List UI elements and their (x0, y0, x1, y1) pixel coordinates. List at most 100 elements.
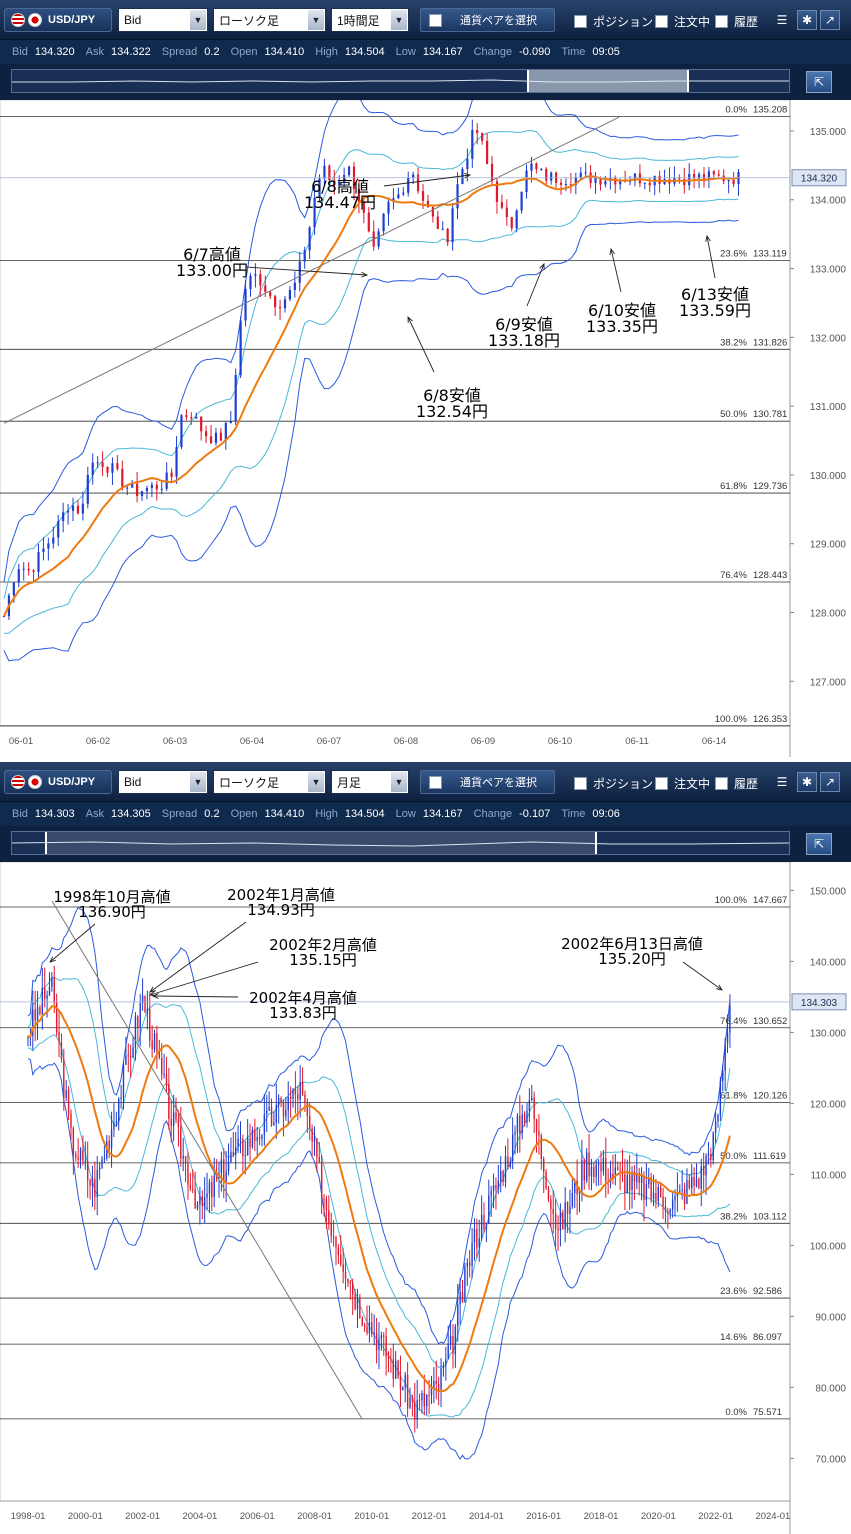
candle-body (106, 466, 109, 473)
candle-body (722, 1071, 724, 1081)
fib-value: 75.571 (753, 1407, 782, 1418)
low-value: 134.167 (422, 46, 463, 58)
toggle-position[interactable]: ポジション (574, 12, 653, 30)
checkbox[interactable] (655, 14, 668, 28)
candle-body (316, 1138, 318, 1158)
candle-body (337, 1247, 340, 1256)
fib-value: 111.619 (753, 1151, 786, 1162)
x-tick-label: 06-07 (317, 736, 341, 747)
candle-body (383, 1335, 385, 1337)
x-tick-label: 06-08 (394, 736, 418, 747)
checkbox[interactable] (574, 14, 587, 28)
candle-body (230, 1152, 232, 1163)
chart-type-select[interactable]: ローソク足 ▼ (213, 8, 326, 32)
candle-body (39, 1007, 41, 1015)
popout-arrow-icon[interactable]: ↗ (820, 10, 840, 30)
checkbox[interactable] (715, 14, 728, 28)
y-tick-label: 133.000 (810, 265, 847, 276)
price-type-select[interactable]: Bid ▼ (118, 770, 208, 794)
candle-body (471, 1242, 473, 1266)
candle-body (717, 174, 720, 176)
x-tick-label: 2018-01 (584, 1511, 619, 1522)
candle-body (264, 285, 267, 292)
candle-body (473, 1228, 476, 1243)
candle-body (58, 1031, 60, 1043)
plot-area (0, 862, 791, 1502)
candle-body (125, 1055, 127, 1065)
pair-button[interactable]: USD/JPY (4, 8, 112, 32)
candle-body (688, 1179, 691, 1189)
interval-select[interactable]: 1時間足 ▼ (331, 8, 409, 32)
interval-select[interactable]: 月足 ▼ (331, 770, 409, 794)
menu-icon[interactable]: ☰ (774, 772, 790, 792)
candle-body (47, 543, 50, 549)
checkbox[interactable] (655, 776, 668, 790)
gear-icon[interactable]: ✱ (797, 10, 817, 30)
change-value: -0.090 (519, 46, 551, 58)
navigator-window-handle[interactable] (45, 832, 597, 854)
quote-bar: Bid 134.303 Ask 134.305 Spread 0.2 Open 134.… (0, 802, 851, 826)
candle-body (478, 1238, 480, 1248)
candle-body (62, 512, 65, 521)
candle-body (203, 1197, 206, 1206)
menu-icon[interactable]: ☰ (774, 10, 790, 30)
candle-body (137, 1016, 139, 1028)
candle-body (695, 1179, 698, 1186)
select-pair-button[interactable]: 通貨ペアを選択 (420, 8, 555, 32)
candle-body (543, 1158, 545, 1172)
candle-body (151, 1040, 153, 1050)
fib-value: 129.736 (753, 481, 787, 492)
candle-body (571, 1192, 574, 1207)
navigator-track[interactable] (11, 831, 790, 855)
checkbox[interactable] (429, 13, 442, 27)
expand-icon[interactable]: ⇱ (806, 71, 832, 93)
candle-body (239, 320, 242, 376)
gear-icon[interactable]: ✱ (797, 772, 817, 792)
candle-body (566, 1202, 569, 1214)
fib-label: 76.4% (720, 570, 747, 581)
navigator-track[interactable] (11, 69, 790, 93)
candle-body (129, 1055, 132, 1058)
pair-button[interactable]: USD/JPY (4, 770, 112, 794)
candle-body (545, 168, 548, 181)
candle-body (101, 462, 104, 467)
candle-body (66, 510, 70, 513)
expand-icon[interactable]: ⇱ (806, 833, 832, 855)
fib-value: 130.652 (753, 1016, 787, 1027)
candle-body (127, 1055, 129, 1057)
candle-body (304, 1094, 306, 1103)
candle-body (51, 977, 53, 987)
candle-body (223, 1159, 225, 1182)
candle-body (244, 289, 247, 321)
candle-body (301, 1081, 304, 1095)
candle-body (516, 1115, 519, 1133)
toggle-history[interactable]: 履歴 (715, 12, 758, 30)
navigator-window-handle[interactable] (527, 70, 689, 92)
candle-body (624, 1174, 626, 1194)
toggle-orders[interactable]: 注文中 (655, 12, 710, 30)
select-pair-button[interactable]: 通貨ペアを選択 (420, 770, 555, 794)
candle-body (441, 228, 444, 230)
candle-body (328, 1210, 330, 1223)
popout-arrow-icon[interactable]: ↗ (820, 772, 840, 792)
candle-body (693, 1176, 695, 1186)
chevron-down-icon: ▼ (391, 772, 407, 792)
fib-value: 130.781 (753, 409, 787, 420)
toggle-history[interactable]: 履歴 (715, 774, 758, 792)
toggle-position[interactable]: ポジション (574, 774, 653, 792)
bid-value: 134.320 (34, 46, 75, 58)
checkbox[interactable] (429, 775, 442, 789)
candle-body (533, 1097, 535, 1120)
candle-body (280, 1098, 282, 1103)
candle-body (134, 1016, 137, 1048)
toggle-orders[interactable]: 注文中 (655, 774, 710, 792)
checkbox[interactable] (715, 776, 728, 790)
price-type-select[interactable]: Bid ▼ (118, 8, 208, 32)
candle-body (514, 1132, 516, 1135)
candle-body (311, 1128, 313, 1142)
chart-type-select[interactable]: ローソク足 ▼ (213, 770, 326, 794)
candle-body (36, 1007, 39, 1021)
candle-body (111, 463, 114, 473)
y-tick-label: 90.000 (815, 1312, 846, 1323)
checkbox[interactable] (574, 776, 587, 790)
